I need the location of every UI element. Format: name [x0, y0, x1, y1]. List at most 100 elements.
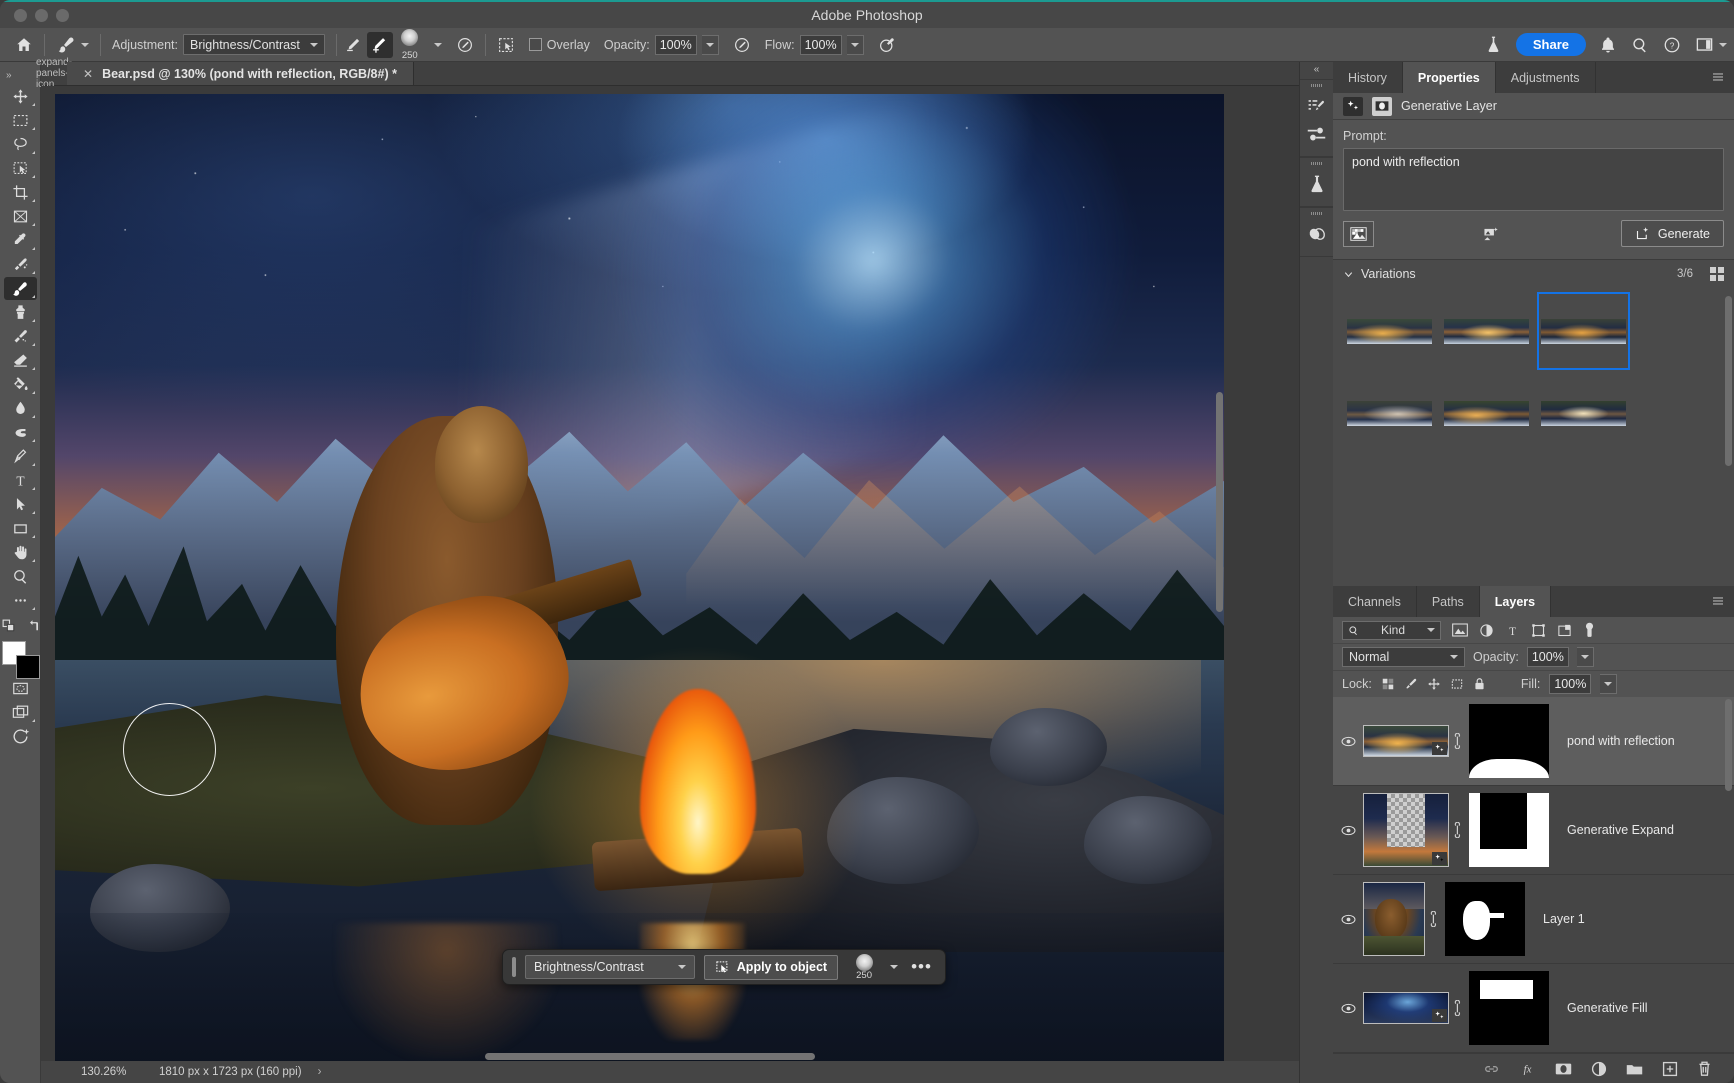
styles-panel-icon[interactable] [1302, 220, 1332, 248]
crop-tool[interactable] [4, 181, 37, 204]
layer-link-icon[interactable] [1449, 1000, 1469, 1016]
layer-mask-thumbnail[interactable] [1469, 971, 1549, 1045]
workspace-button[interactable] [1688, 28, 1734, 62]
layer-mask-thumbnail[interactable] [1469, 704, 1549, 778]
opacity-field[interactable]: Opacity: 100% [597, 28, 726, 62]
paint-bucket-tool[interactable] [4, 373, 37, 396]
collapse-panels-button[interactable]: « [1314, 64, 1320, 75]
layers-scrollbar[interactable] [1725, 699, 1732, 791]
lock-artboard-icon[interactable] [1450, 677, 1464, 691]
scrollbar-thumb[interactable] [485, 1053, 815, 1060]
layer-mask-thumbnail[interactable] [1469, 793, 1549, 867]
selection-mode-button[interactable] [490, 28, 522, 62]
variation-thumbnail-6[interactable] [1537, 374, 1630, 452]
filter-shape-icon[interactable] [1531, 623, 1546, 638]
adjustment-select[interactable]: Brightness/Contrast [183, 34, 325, 55]
minimize-window-button[interactable] [35, 8, 48, 22]
filter-pixel-icon[interactable] [1452, 623, 1468, 637]
add-layer-mask-icon[interactable] [1555, 1062, 1572, 1076]
notifications-button[interactable] [1592, 28, 1624, 62]
context-adjustment-select[interactable]: Brightness/Contrast [525, 955, 695, 979]
layer-thumbnail[interactable] [1363, 793, 1449, 867]
layer-thumbnail[interactable] [1363, 992, 1449, 1024]
flow-field[interactable]: Flow: 100% [758, 28, 871, 62]
airbrush-button[interactable] [871, 28, 903, 62]
table-row[interactable]: Layer 1 [1333, 875, 1734, 964]
rectangle-tool[interactable] [4, 517, 37, 540]
expand-panels-button[interactable]: expand-panels-icon [36, 57, 72, 90]
table-row[interactable]: Generative Expand [1333, 786, 1734, 875]
table-row[interactable]: Generative Fill [1333, 964, 1734, 1053]
overlay-toggle[interactable]: Overlay [522, 28, 597, 62]
canvas-horizontal-scrollbar[interactable] [55, 1052, 1285, 1061]
scrollbar-thumb[interactable] [1216, 392, 1223, 612]
grid-view-icon[interactable] [1710, 267, 1724, 281]
help-button[interactable]: ? [1656, 28, 1688, 62]
layer-thumbnail[interactable] [1363, 725, 1449, 757]
object-selection-tool[interactable] [4, 157, 37, 180]
variation-thumbnail-1[interactable] [1343, 292, 1436, 370]
panel-drag-grip[interactable] [1310, 212, 1323, 215]
layer-styles-fx-icon[interactable]: fx [1519, 1061, 1536, 1076]
prompt-input[interactable]: pond with reflection [1343, 148, 1724, 211]
filter-toggle-icon[interactable] [1583, 622, 1596, 639]
link-layers-icon[interactable] [1483, 1063, 1500, 1075]
tab-history[interactable]: History [1333, 62, 1403, 93]
pressure-opacity-button[interactable] [726, 28, 758, 62]
brush-tool[interactable] [3, 277, 37, 300]
layer-link-icon[interactable] [1449, 822, 1469, 838]
close-window-button[interactable] [14, 8, 27, 22]
panel-menu-icon[interactable] [1711, 71, 1725, 83]
delete-layer-icon[interactable] [1697, 1060, 1712, 1077]
swap-colors-icon[interactable] [1, 618, 18, 635]
tab-properties[interactable]: Properties [1402, 62, 1496, 93]
screen-mode-button[interactable] [4, 701, 37, 724]
new-adjustment-layer-icon[interactable] [1591, 1061, 1607, 1077]
quick-mask-button[interactable] [4, 677, 37, 700]
window-controls[interactable] [0, 8, 69, 22]
filter-type-icon[interactable]: T [1505, 623, 1520, 638]
zoom-tool[interactable] [4, 565, 37, 588]
filter-kind-select[interactable]: Kind [1342, 620, 1442, 640]
variations-header[interactable]: Variations 3/6 [1333, 260, 1734, 288]
eyedropper-tool[interactable] [4, 229, 37, 252]
filter-smartobject-icon[interactable] [1557, 623, 1572, 638]
adjustment-field[interactable]: Adjustment: Brightness/Contrast [105, 28, 332, 62]
document-tab[interactable]: ✕ Bear.psd @ 130% (pond with reflection,… [67, 62, 414, 85]
eraser-tool[interactable] [4, 349, 37, 372]
canvas-vertical-scrollbar[interactable] [1215, 102, 1224, 1047]
panel-drag-grip[interactable] [1310, 84, 1323, 87]
generative-tool-button[interactable] [4, 725, 37, 748]
path-selection-tool[interactable] [4, 493, 37, 516]
variation-thumbnail-5[interactable] [1440, 374, 1533, 452]
clone-stamp-tool[interactable] [4, 301, 37, 324]
panel-drag-grip[interactable] [1310, 162, 1323, 165]
pen-tool[interactable] [4, 445, 37, 468]
layer-visibility-toggle[interactable] [1333, 825, 1363, 836]
history-brush-tool[interactable] [4, 325, 37, 348]
generate-button[interactable]: Generate [1620, 220, 1724, 247]
fill-value[interactable]: 100% [1549, 674, 1592, 694]
reference-image-button[interactable] [1343, 220, 1374, 247]
discover-lab-button[interactable] [1477, 28, 1510, 62]
variations-scrollbar[interactable] [1725, 296, 1732, 466]
history-panel-icon[interactable] [1302, 92, 1332, 120]
image-canvas[interactable]: Brightness/Contrast Apply to object 250 [55, 94, 1224, 1061]
variation-thumbnail-4[interactable] [1343, 374, 1436, 452]
layer-name[interactable]: pond with reflection [1549, 734, 1675, 748]
layer-link-icon[interactable] [1449, 733, 1469, 749]
adjustments-panel-icon[interactable] [1302, 120, 1332, 148]
blur-tool[interactable] [4, 397, 37, 420]
tab-paths[interactable]: Paths [1417, 586, 1480, 617]
lasso-tool[interactable] [4, 133, 37, 156]
new-layer-icon[interactable] [1662, 1061, 1678, 1077]
layer-name[interactable]: Generative Fill [1549, 1001, 1648, 1015]
variation-thumbnail-2[interactable] [1440, 292, 1533, 370]
fill-dropdown[interactable] [1600, 674, 1618, 694]
opacity-value[interactable]: 100% [654, 34, 697, 55]
color-swatches[interactable] [2, 641, 40, 679]
panel-menu-icon[interactable] [1711, 595, 1725, 607]
new-group-icon[interactable] [1626, 1062, 1643, 1076]
reset-colors-icon[interactable] [25, 619, 40, 634]
brush-lighten-button[interactable] [366, 31, 393, 58]
